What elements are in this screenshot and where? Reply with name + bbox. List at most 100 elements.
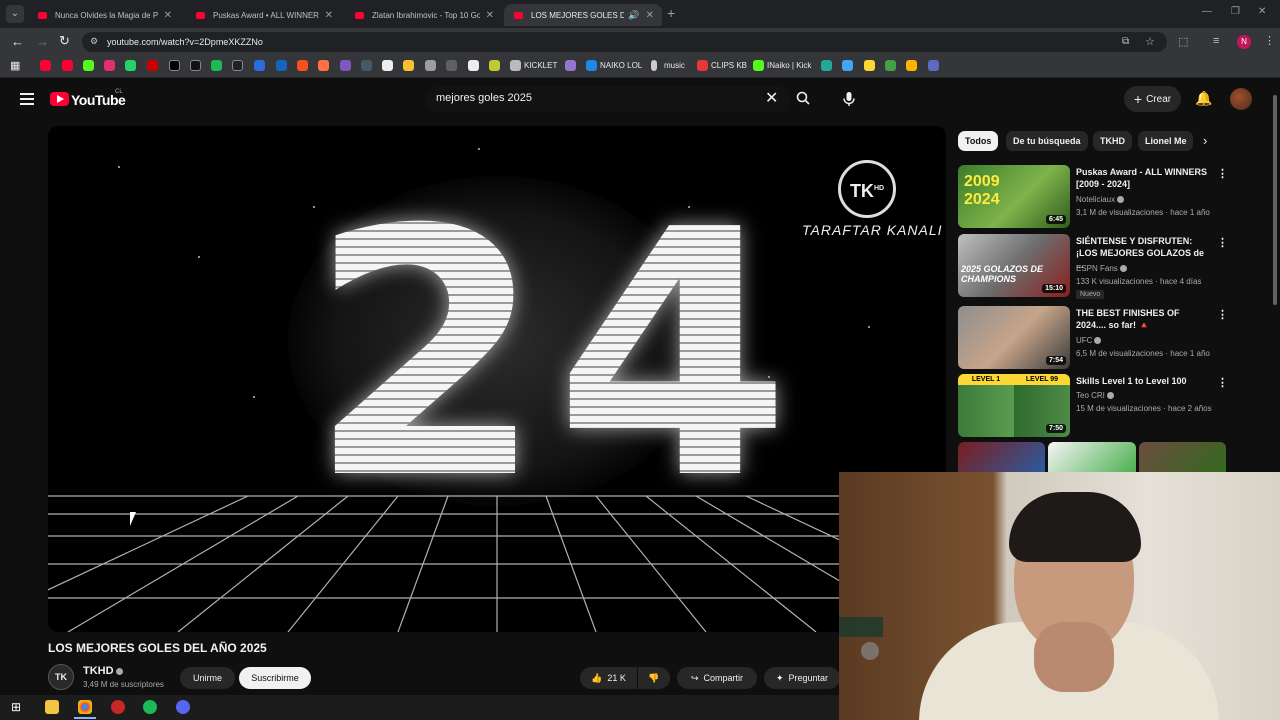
youtube-bookmark-icon[interactable] — [40, 60, 51, 71]
globe-bookmark-icon[interactable] — [382, 60, 393, 71]
recommendation-thumbnail[interactable]: 2009 2024 6:45 — [958, 165, 1070, 228]
recommendation-title[interactable]: Skills Level 1 to Level 100 — [1076, 375, 1212, 387]
recommendation-title[interactable]: Puskas Award - ALL WINNERS [2009 - 2024] — [1076, 166, 1212, 190]
reload-icon[interactable]: ↻ — [59, 33, 70, 49]
discord-icon[interactable] — [176, 700, 190, 714]
notifications-bell-icon[interactable]: 🔔 — [1195, 90, 1212, 107]
blue-bookmark-icon[interactable] — [276, 60, 287, 71]
scrollbar-thumb[interactable] — [1273, 95, 1277, 305]
chip-tkhd[interactable]: TKHD — [1093, 131, 1132, 151]
recommendation-channel[interactable]: ESPN Fans — [1076, 264, 1127, 273]
ask-button[interactable]: ✦ Preguntar — [764, 667, 840, 689]
browser-tab[interactable]: Nunca Olvides la Magia de Pau ✕ — [28, 4, 180, 26]
apps-grid-icon[interactable]: ▦ — [10, 59, 20, 72]
green-bookmark-icon[interactable] — [885, 60, 896, 71]
grey-bookmark-icon[interactable] — [361, 60, 372, 71]
create-button[interactable]: + Crear — [1124, 86, 1181, 112]
whatsapp-bookmark-icon[interactable] — [125, 60, 136, 71]
new-tab-icon[interactable]: + — [667, 5, 675, 21]
subscribe-button[interactable]: Suscribirme — [239, 667, 311, 689]
chip-all[interactable]: Todos — [958, 131, 999, 151]
recommendation-channel[interactable]: Noteliciaux — [1076, 195, 1125, 204]
search-icon[interactable] — [796, 91, 810, 105]
yellow2-bookmark-icon[interactable] — [864, 60, 875, 71]
naiko-lol-bookmark-icon[interactable] — [586, 60, 597, 71]
recommendation-thumbnail[interactable]: LEVEL 1 LEVEL 99 7:50 — [958, 374, 1070, 437]
like-button[interactable]: 👍 21 K — [580, 667, 637, 689]
naiko-kick-bookmark-icon[interactable] — [753, 60, 764, 71]
recommendation-thumbnail[interactable] — [1048, 442, 1136, 472]
close-tab-icon[interactable]: ✕ — [164, 10, 172, 21]
account-avatar[interactable] — [1230, 88, 1252, 110]
bookmark-label[interactable]: KICKLET — [524, 61, 557, 70]
spotify-bookmark-icon[interactable] — [211, 60, 222, 71]
bookmark-label[interactable]: music — [664, 61, 685, 70]
diamond-bookmark-icon[interactable] — [468, 60, 479, 71]
extensions-icon[interactable]: ⬚ — [1178, 35, 1188, 48]
u-bookmark-icon[interactable] — [906, 60, 917, 71]
more-actions-icon[interactable]: ⋮ — [1217, 376, 1228, 389]
more-actions-icon[interactable]: ⋮ — [1217, 236, 1228, 249]
red-bookmark-icon[interactable] — [147, 60, 158, 71]
install-app-icon[interactable]: ⧉ — [1122, 36, 1129, 47]
clear-search-icon[interactable]: ✕ — [765, 88, 778, 108]
recommendation-thumbnail[interactable]: 7:54 — [958, 306, 1070, 369]
x-bookmark-icon[interactable] — [169, 60, 180, 71]
video-player[interactable]: 24 TKHD TARAFTAR KANALI — [48, 126, 946, 632]
purple2-bookmark-icon[interactable] — [565, 60, 576, 71]
recommendation-channel[interactable]: Teo CRI — [1076, 391, 1114, 400]
instagram-bookmark-icon[interactable] — [104, 60, 115, 71]
url-text[interactable]: youtube.com/watch?v=2DpmeXKZZNo — [107, 37, 263, 47]
close-window-icon[interactable]: ✕ — [1258, 6, 1266, 17]
recommendation-title[interactable]: THE BEST FINISHES OF 2024.... so far! 🔺 — [1076, 307, 1212, 331]
share-button[interactable]: ↪ Compartir — [677, 667, 757, 689]
blue2-bookmark-icon[interactable] — [842, 60, 853, 71]
file-explorer-icon[interactable] — [45, 700, 59, 714]
voice-search-button[interactable] — [836, 86, 862, 112]
kick-red-bookmark-icon[interactable] — [62, 60, 73, 71]
channel-name[interactable]: TKHD — [83, 665, 123, 677]
refresh-bookmark-icon[interactable] — [928, 60, 939, 71]
search-value[interactable]: mejores goles 2025 — [436, 92, 532, 104]
join-button[interactable]: Unirme — [180, 667, 235, 689]
more-actions-icon[interactable]: ⋮ — [1217, 167, 1228, 180]
speaker-icon[interactable]: 🔊 — [628, 10, 639, 21]
chip-lionel[interactable]: Lionel Me — [1138, 131, 1193, 151]
media-control-icon[interactable]: ≡ — [1213, 35, 1219, 47]
forward-icon[interactable]: → — [36, 34, 49, 49]
chrome-icon[interactable] — [78, 700, 92, 714]
more-actions-icon[interactable]: ⋮ — [1217, 308, 1228, 321]
app-red-icon[interactable] — [111, 700, 125, 714]
profile-avatar[interactable]: N — [1237, 35, 1251, 49]
chevron-right-icon[interactable]: › — [1203, 133, 1207, 148]
bookmark-label[interactable]: NAIKO LOL — [600, 61, 642, 70]
s-bookmark-icon[interactable] — [232, 60, 243, 71]
orange-bookmark-icon[interactable] — [297, 60, 308, 71]
maximize-icon[interactable]: ❐ — [1231, 6, 1240, 17]
kick-bookmark-icon[interactable] — [83, 60, 94, 71]
browser-menu-icon[interactable]: ⋮ — [1264, 34, 1275, 47]
site-info-icon[interactable]: ⚙ — [90, 36, 98, 47]
tiktok-bookmark-icon[interactable] — [190, 60, 201, 71]
orange2-bookmark-icon[interactable] — [318, 60, 329, 71]
channel-avatar[interactable]: TK — [48, 664, 74, 690]
close-tab-icon[interactable]: ✕ — [325, 10, 333, 21]
music-bookmark-icon[interactable] — [651, 60, 657, 71]
bookmark-label[interactable]: INaiko | Kick — [767, 61, 811, 70]
cat-bookmark-icon[interactable] — [425, 60, 436, 71]
bookmark-star-icon[interactable]: ☆ — [1145, 35, 1155, 48]
k-blue-bookmark-icon[interactable] — [254, 60, 265, 71]
recommendation-thumbnail[interactable] — [958, 442, 1045, 472]
back-icon[interactable]: ← — [11, 34, 24, 49]
yellow-bookmark-icon[interactable] — [403, 60, 414, 71]
kicklet-bookmark-icon[interactable] — [510, 60, 521, 71]
minimize-icon[interactable]: — — [1202, 6, 1212, 17]
clips-bookmark-icon[interactable] — [697, 60, 708, 71]
chip-from-search[interactable]: De tu búsqueda — [1006, 131, 1088, 151]
lime-bookmark-icon[interactable] — [489, 60, 500, 71]
tab-search-icon[interactable]: ⌄ — [6, 5, 24, 23]
browser-tab-active[interactable]: LOS MEJORES GOLES DEL A 🔊 ✕ — [504, 4, 662, 26]
purple-bookmark-icon[interactable] — [340, 60, 351, 71]
recommendation-thumbnail[interactable] — [1139, 442, 1226, 472]
recommendation-channel[interactable]: UFC — [1076, 336, 1102, 345]
